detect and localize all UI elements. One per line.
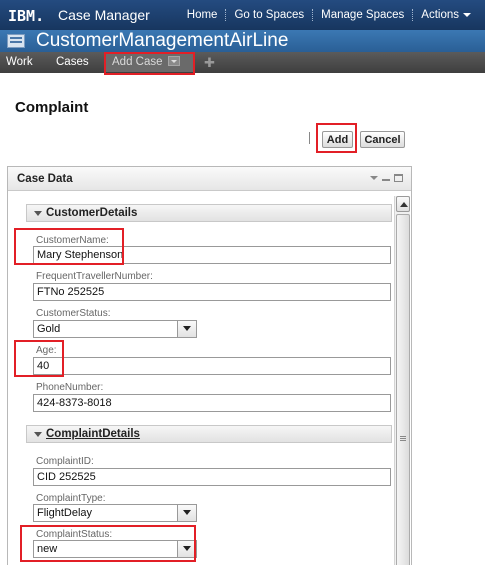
complaint-type-label: ComplaintType: xyxy=(36,493,106,504)
panel-title: Case Data xyxy=(17,173,73,185)
add-button[interactable]: Add xyxy=(322,131,353,148)
product-name: Case Manager xyxy=(58,7,150,23)
customer-status-label: CustomerStatus: xyxy=(36,308,111,319)
complaint-status-label: ComplaintStatus: xyxy=(36,529,113,540)
ibm-logo: IBM. xyxy=(8,7,45,25)
nav-home[interactable]: Home xyxy=(179,9,226,21)
tab-bar: Work Cases Add Case ✚ xyxy=(0,52,485,73)
phone-number-label: PhoneNumber: xyxy=(36,382,104,393)
scroll-up-icon[interactable] xyxy=(396,196,410,212)
customer-status-value: Gold xyxy=(37,323,61,335)
complaint-status-select[interactable]: new xyxy=(33,540,197,558)
age-field[interactable]: 40 xyxy=(33,357,391,375)
complaint-status-value: new xyxy=(37,543,58,555)
complaint-id-label: ComplaintID: xyxy=(36,456,94,467)
case-data-panel: Case Data CustomerDetails CustomerName: … xyxy=(7,166,412,565)
section-customer-details[interactable]: CustomerDetails xyxy=(26,204,392,222)
top-navigation: Home Go to Spaces Manage Spaces Actions xyxy=(179,9,479,21)
section-title: ComplaintDetails xyxy=(46,428,140,440)
tab-dropdown-icon[interactable] xyxy=(167,56,180,66)
chevron-down-icon[interactable] xyxy=(177,541,196,557)
nav-go-to-spaces[interactable]: Go to Spaces xyxy=(226,9,312,21)
minimize-icon[interactable] xyxy=(382,179,390,181)
chevron-down-icon[interactable] xyxy=(177,321,196,337)
tab-work[interactable]: Work xyxy=(6,56,33,68)
nav-actions-label: Actions xyxy=(421,9,459,21)
frequent-traveller-label: FrequentTravellerNumber: xyxy=(36,271,153,282)
solution-title: CustomerManagementAirLine xyxy=(36,30,289,51)
solution-bar: CustomerManagementAirLine xyxy=(0,30,485,52)
nav-manage-spaces[interactable]: Manage Spaces xyxy=(313,9,412,21)
solution-icon xyxy=(7,34,25,48)
section-title: CustomerDetails xyxy=(46,207,138,219)
nav-actions-menu[interactable]: Actions xyxy=(413,9,479,21)
add-tab-icon[interactable]: ✚ xyxy=(204,55,215,71)
tab-add-case[interactable]: Add Case xyxy=(106,53,194,72)
age-label: Age: xyxy=(36,345,57,356)
section-complaint-details[interactable]: ComplaintDetails xyxy=(26,425,392,443)
maximize-icon[interactable] xyxy=(394,174,403,182)
collapse-triangle-icon[interactable] xyxy=(34,432,42,437)
chevron-down-icon[interactable] xyxy=(370,176,378,180)
complaint-id-field[interactable]: CID 252525 xyxy=(33,468,391,486)
chevron-down-icon xyxy=(463,12,471,17)
tab-cases[interactable]: Cases xyxy=(56,56,89,68)
toolbar-divider xyxy=(309,132,310,144)
customer-status-select[interactable]: Gold xyxy=(33,320,197,338)
collapse-triangle-icon[interactable] xyxy=(34,211,42,216)
top-banner: IBM. Case Manager Home Go to Spaces Mana… xyxy=(0,0,485,30)
customer-name-label: CustomerName: xyxy=(36,235,109,246)
page-title: Complaint xyxy=(15,99,89,116)
complaint-type-select[interactable]: FlightDelay xyxy=(33,504,197,522)
scroll-thumb[interactable] xyxy=(396,214,410,565)
customer-name-field[interactable]: Mary Stephenson xyxy=(33,246,391,264)
tab-add-case-label: Add Case xyxy=(112,56,163,68)
complaint-type-value: FlightDelay xyxy=(37,507,93,519)
phone-number-field[interactable]: 424-8373-8018 xyxy=(33,394,391,412)
cancel-button[interactable]: Cancel xyxy=(360,131,405,148)
grip-icon xyxy=(400,436,406,441)
panel-header: Case Data xyxy=(8,167,411,191)
chevron-down-icon[interactable] xyxy=(177,505,196,521)
panel-tools xyxy=(370,174,403,182)
vertical-scrollbar[interactable] xyxy=(394,196,410,565)
frequent-traveller-field[interactable]: FTNo 252525 xyxy=(33,283,391,301)
